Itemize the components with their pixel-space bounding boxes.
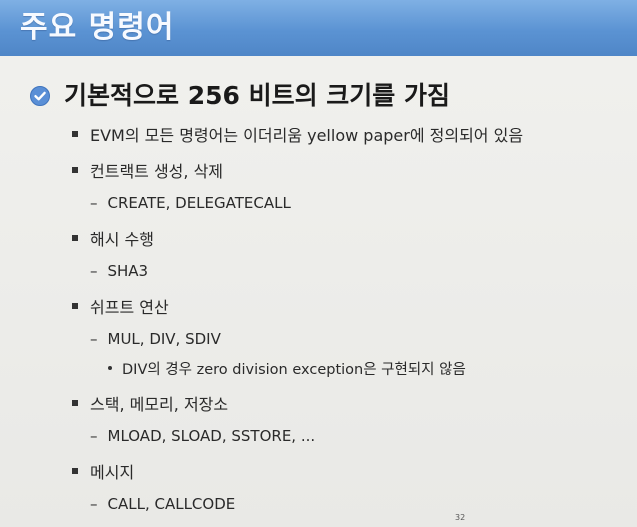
bullet-item: 해시 수행: [72, 225, 154, 251]
sub-item: – CREATE, DELEGATECALL: [90, 191, 291, 215]
slide: 주요 명령어 기본적으로 256 비트의 크기를 가짐 EVM의 모든 명령어는…: [0, 0, 637, 527]
bullet-item-text: 해시 수행: [90, 230, 154, 249]
square-bullet-icon: [72, 468, 78, 474]
bullet-item-text: 쉬프트 연산: [90, 298, 169, 317]
sub-sub-item: DIV의 경우 zero division exception은 구현되지 않음: [108, 356, 466, 380]
bullet-item: EVM의 모든 명령어는 이더리움 yellow paper에 정의되어 있음: [72, 121, 523, 147]
square-bullet-icon: [72, 400, 78, 406]
square-bullet-icon: [72, 235, 78, 241]
dash-bullet-icon: –: [90, 262, 98, 280]
square-bullet-icon: [72, 303, 78, 309]
bullet-item-text: 스택, 메모리, 저장소: [90, 395, 229, 414]
dash-bullet-icon: –: [90, 495, 98, 513]
dot-bullet-icon: [108, 366, 112, 370]
bullet-item-text: 메시지: [90, 463, 135, 482]
sub-item-text: MUL, DIV, SDIV: [107, 330, 221, 348]
bullet-item: 메시지: [72, 458, 134, 484]
square-bullet-icon: [72, 131, 78, 137]
sub-item: – SHA3: [90, 259, 148, 283]
dash-bullet-icon: –: [90, 330, 98, 348]
sub-item: – MLOAD, SLOAD, SSTORE, ...: [90, 424, 315, 448]
bullet-item: 스택, 메모리, 저장소: [72, 390, 228, 416]
sub-item-text: SHA3: [107, 262, 149, 280]
sub-item-text: MLOAD, SLOAD, SSTORE, ...: [107, 427, 316, 445]
dash-bullet-icon: –: [90, 194, 98, 212]
dash-bullet-icon: –: [90, 427, 98, 445]
page-number: 32: [455, 513, 466, 522]
sub-sub-item-text: DIV의 경우 zero division exception은 구현되지 않음: [122, 361, 466, 378]
sub-item: – CALL, CALLCODE: [90, 492, 235, 516]
sub-item: – MUL, DIV, SDIV: [90, 327, 221, 351]
main-point: 기본적으로 256 비트의 크기를 가짐: [30, 78, 450, 114]
main-point-text: 기본적으로 256 비트의 크기를 가짐: [64, 81, 451, 110]
slide-title: 주요 명령어: [20, 10, 175, 45]
bullet-item: 쉬프트 연산: [72, 293, 169, 319]
bullet-item-text: 컨트랙트 생성, 삭제: [90, 162, 224, 181]
bullet-item: 컨트랙트 생성, 삭제: [72, 157, 223, 183]
check-circle-icon: [30, 86, 50, 106]
title-bar: 주요 명령어: [0, 0, 637, 56]
sub-item-text: CALL, CALLCODE: [107, 495, 236, 513]
square-bullet-icon: [72, 167, 78, 173]
bullet-item-text: EVM의 모든 명령어는 이더리움 yellow paper에 정의되어 있음: [90, 126, 524, 145]
sub-item-text: CREATE, DELEGATECALL: [107, 194, 291, 212]
